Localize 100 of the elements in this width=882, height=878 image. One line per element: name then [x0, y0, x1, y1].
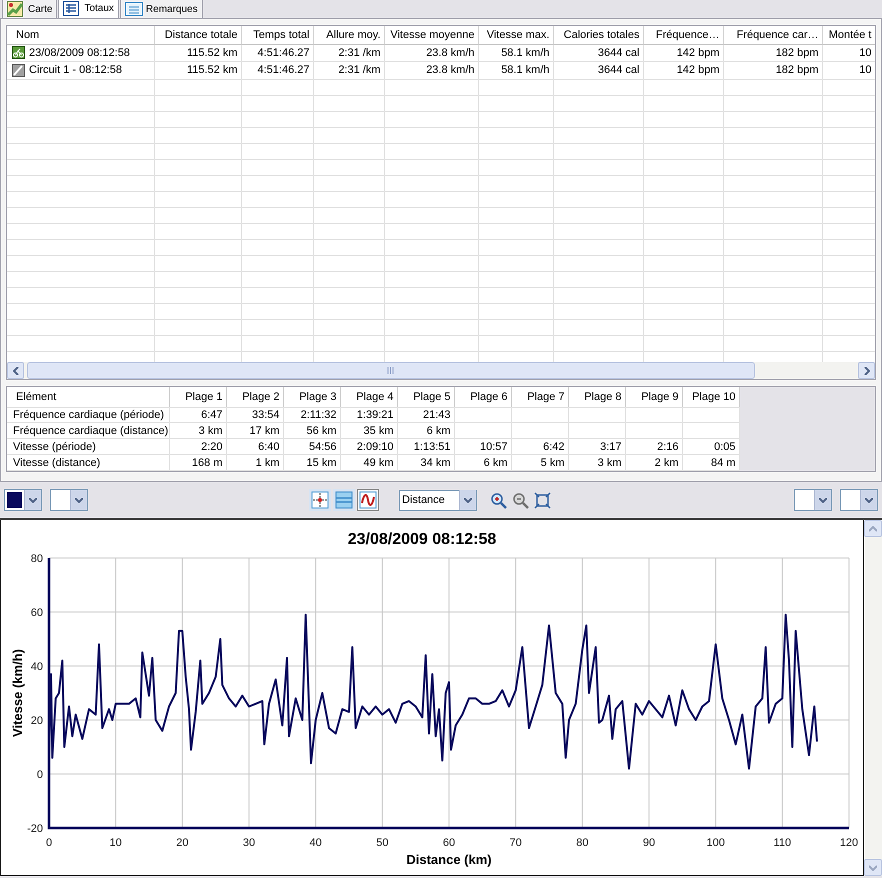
table-cell: 182 bpm	[723, 62, 822, 79]
column-header[interactable]: Plage 10	[682, 387, 739, 408]
table-cell: 3 km	[568, 454, 625, 470]
table-cell: 3:17	[568, 438, 625, 455]
table-cell: 2:31 /km	[313, 44, 384, 62]
table-cell: 10:57	[454, 438, 511, 455]
dropdown[interactable]	[794, 489, 832, 511]
table-cell: 49 km	[340, 454, 397, 470]
tick-label: 40	[30, 661, 43, 673]
table-cell: 15 km	[283, 454, 340, 470]
caret-icon	[29, 498, 37, 502]
column-header[interactable]: Vitesse max.	[478, 26, 553, 44]
tick-label: 20	[176, 837, 188, 849]
horizontal-scrollbar[interactable]	[7, 362, 875, 379]
column-header[interactable]: Plage 8	[568, 387, 625, 408]
table-cell: 168 m	[169, 454, 226, 470]
column-header[interactable]: Plage 2	[226, 387, 283, 408]
table-cell: 54:56	[283, 438, 340, 455]
column-header[interactable]: Plage 1	[169, 387, 226, 408]
caret-icon	[464, 498, 472, 502]
column-header[interactable]: Temps total	[241, 26, 313, 44]
table-cell: 182 bpm	[723, 44, 822, 62]
x-axis-title: Distance (km)	[406, 852, 492, 867]
table-cell: 58.1 km/h	[478, 62, 553, 79]
table-cell: 6:42	[511, 438, 568, 455]
table-cell: 3644 cal	[553, 62, 643, 79]
table-cell: 1 km	[226, 454, 283, 470]
column-header[interactable]: Montée t	[822, 26, 875, 44]
table-cell: 6:47	[169, 407, 226, 423]
table-cell: 10	[822, 44, 875, 62]
tick-label: 90	[642, 837, 656, 849]
table-cell: 10	[822, 62, 875, 79]
zoom-out-icon	[512, 492, 528, 508]
table-cell: 6 km	[397, 422, 454, 439]
column-header[interactable]: Plage 3	[283, 387, 340, 408]
tick-label: 40	[310, 837, 322, 849]
dropdown[interactable]	[840, 489, 878, 511]
table-cell: 0:05	[682, 438, 739, 455]
tab[interactable]: Remarques	[120, 0, 203, 18]
scroll-left-button[interactable]	[7, 362, 24, 379]
column-header[interactable]: Plage 5	[397, 387, 454, 408]
table-cell: 2:31 /km	[313, 62, 384, 79]
scroll-thumb[interactable]	[27, 362, 755, 379]
column-header[interactable]: Nom	[7, 26, 154, 44]
tick-label: 80	[30, 553, 43, 565]
x-axis-dropdown[interactable]: Distance	[399, 490, 477, 510]
table-cell: 2 km	[625, 454, 682, 470]
tick-label: 80	[576, 837, 588, 849]
table-cell: 23.8 km/h	[384, 44, 478, 62]
toggle-button[interactable]	[333, 489, 355, 511]
table-cell-text: Circuit 1 - 08:12:58	[29, 63, 122, 78]
column-header[interactable]: Distance totale	[154, 26, 241, 44]
table-cell: 33:54	[226, 407, 283, 423]
tick-label: -20	[27, 823, 43, 835]
column-header[interactable]: Allure moy.	[313, 26, 384, 44]
table-cell: 6 km	[454, 454, 511, 470]
column-header[interactable]: Fréquence car…	[723, 26, 822, 44]
column-header[interactable]: Plage 4	[340, 387, 397, 408]
column-header[interactable]: Fréquence…	[643, 26, 723, 44]
table-cell: 56 km	[283, 422, 340, 439]
table-cell: 58.1 km/h	[478, 44, 553, 62]
grip-icon	[387, 367, 395, 374]
table-cell: 115.52 km	[154, 44, 241, 62]
tick-label: 70	[510, 837, 522, 849]
dropdown[interactable]	[50, 489, 88, 511]
table-cell-text: 23/08/2009 08:12:58	[29, 46, 130, 60]
tab[interactable]: Carte	[2, 0, 58, 18]
column-header[interactable]: Calories totales	[553, 26, 643, 44]
crosshair-icon	[311, 491, 329, 509]
column-header[interactable]: Vitesse moyenne	[384, 26, 478, 44]
caret-icon	[75, 498, 83, 502]
table-cell: 3 km	[169, 422, 226, 439]
tick-label: 20	[30, 715, 43, 727]
table-cell: 5 km	[511, 454, 568, 470]
column-header[interactable]: Plage 6	[454, 387, 511, 408]
fit-icon	[534, 492, 550, 508]
table-cell: 6:40	[226, 438, 283, 455]
column-header[interactable]: Elément	[7, 387, 169, 408]
table-cell: 4:51:46.27	[241, 44, 313, 62]
table-cell: Fréquence cardiaque (distance)	[7, 422, 169, 439]
toggle-button[interactable]	[309, 489, 331, 511]
chart-title: 23/08/2009 08:12:58	[348, 531, 496, 548]
table-cell: 142 bpm	[643, 62, 723, 79]
column-header[interactable]: Plage 9	[625, 387, 682, 408]
tab[interactable]: Totaux	[58, 0, 119, 18]
table-cell: 34 km	[397, 454, 454, 470]
scroll-right-button[interactable]	[858, 362, 875, 379]
table-cell: 17 km	[226, 422, 283, 439]
table-cell: 35 km	[340, 422, 397, 439]
color-dropdown[interactable]	[4, 489, 42, 511]
bands-icon	[335, 491, 353, 509]
toggle-button[interactable]	[357, 489, 379, 511]
table-cell: 2:16	[625, 438, 682, 455]
table-cell: 84 m	[682, 454, 739, 470]
table-cell: 2:20	[169, 438, 226, 455]
table-cell: Fréquence cardiaque (période)	[7, 407, 169, 423]
table-cell: Vitesse (période)	[7, 438, 169, 455]
lap-icon	[12, 64, 25, 77]
column-header[interactable]: Plage 7	[511, 387, 568, 408]
table-cell: 1:13:51	[397, 438, 454, 455]
